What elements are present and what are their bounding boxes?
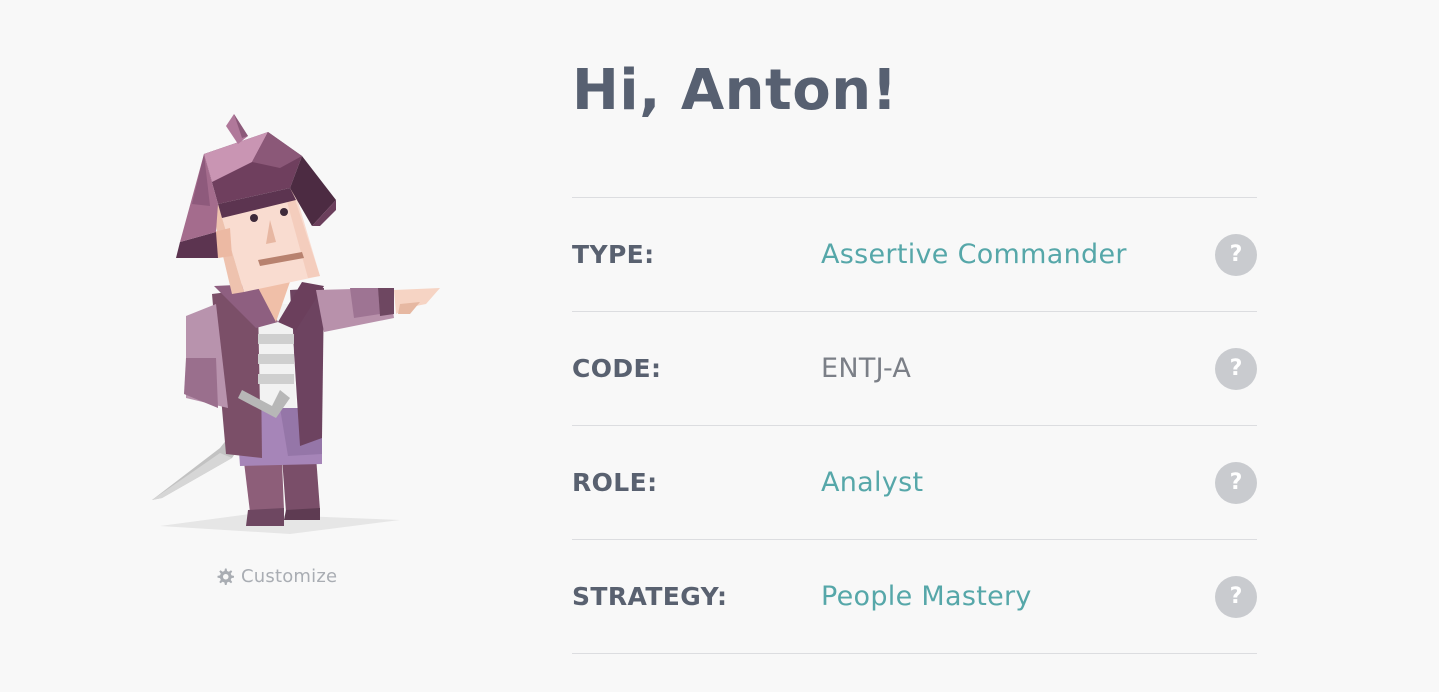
- type-label: TYPE:: [572, 240, 655, 269]
- commander-avatar-illustration: [152, 114, 440, 534]
- question-mark-icon: ?: [1229, 470, 1243, 495]
- question-mark-icon: ?: [1229, 242, 1243, 267]
- info-row-role: ROLE: Analyst ?: [572, 426, 1257, 540]
- customize-link[interactable]: Customize: [215, 566, 337, 587]
- info-row-type: TYPE: Assertive Commander ?: [572, 198, 1257, 312]
- role-label: ROLE:: [572, 468, 658, 497]
- code-help-button[interactable]: ?: [1215, 347, 1257, 390]
- role-value-link[interactable]: Analyst: [821, 467, 1215, 498]
- code-label: CODE:: [572, 354, 662, 383]
- question-mark-icon: ?: [1229, 356, 1243, 381]
- question-mark-icon: ?: [1229, 584, 1243, 609]
- type-value-link[interactable]: Assertive Commander: [821, 239, 1215, 270]
- customize-label: Customize: [241, 566, 338, 587]
- strategy-help-button[interactable]: ?: [1215, 575, 1257, 618]
- role-help-button[interactable]: ?: [1215, 461, 1257, 504]
- code-value: ENTJ-A: [821, 353, 912, 384]
- info-row-code: CODE: ENTJ-A ?: [572, 312, 1257, 426]
- page-title: Hi, Anton!: [572, 58, 898, 123]
- profile-page: Customize Hi, Anton! TYPE: Assertive Com…: [0, 0, 1439, 692]
- gear-icon: [217, 568, 234, 585]
- info-row-strategy: STRATEGY: People Mastery ?: [572, 540, 1257, 654]
- personality-info-table: TYPE: Assertive Commander ? CODE: ENTJ-A…: [572, 197, 1257, 654]
- strategy-label: STRATEGY:: [572, 582, 728, 611]
- type-help-button[interactable]: ?: [1215, 233, 1257, 276]
- strategy-value-link[interactable]: People Mastery: [821, 581, 1215, 612]
